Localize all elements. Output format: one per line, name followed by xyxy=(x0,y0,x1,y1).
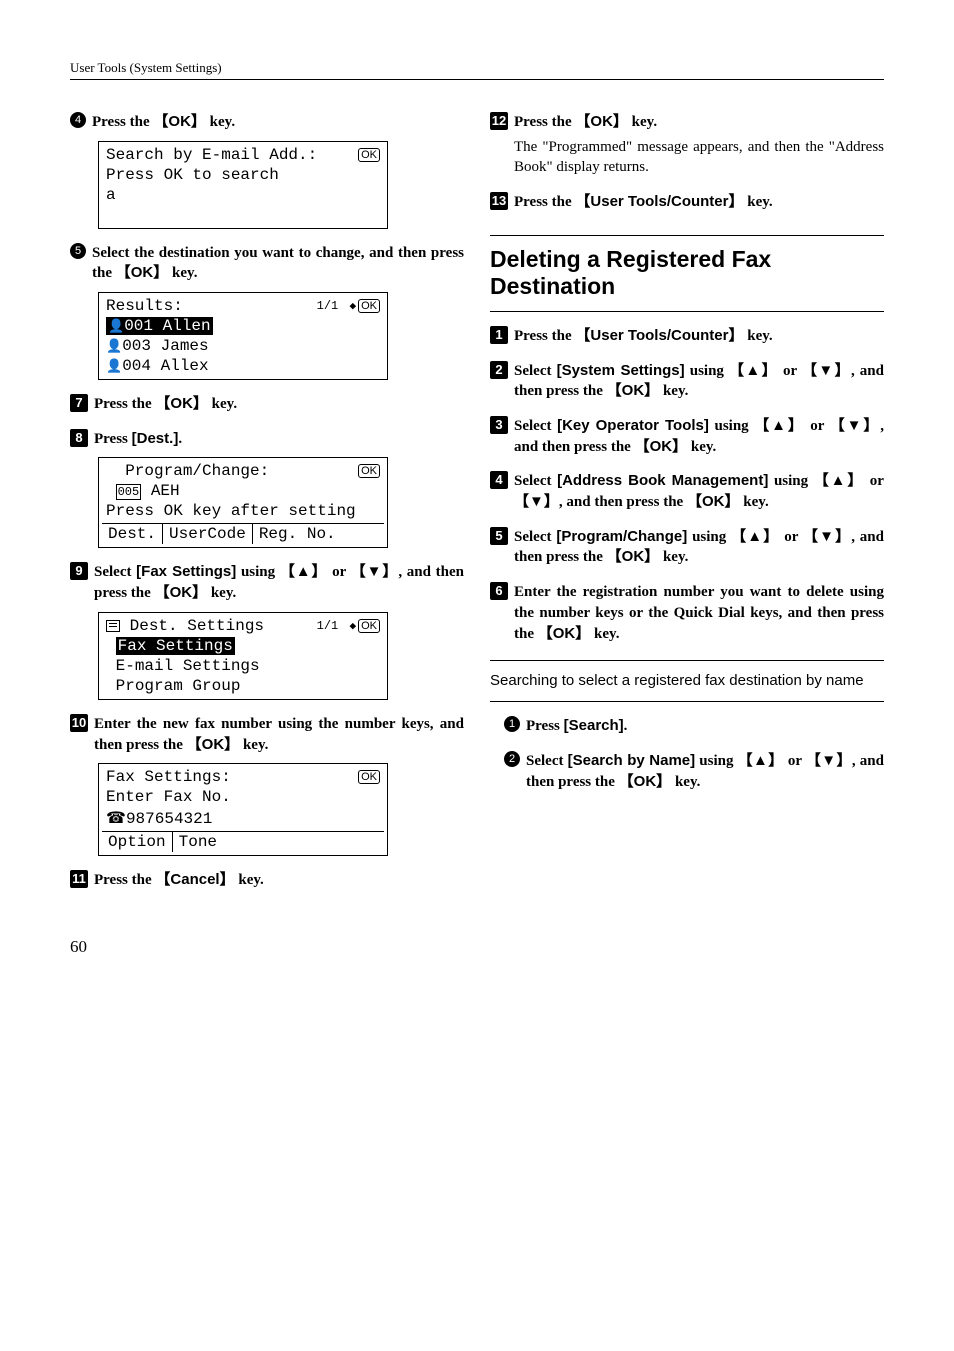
ok-indicator-icon: OK xyxy=(358,148,380,162)
step-11-marker: 11 xyxy=(70,870,88,888)
step-7-text: Press the 【OK】 key. xyxy=(94,394,237,415)
step-9-marker: 9 xyxy=(70,562,88,580)
lcd-program-change: Program/Change:OK 005 AEH Press OK key a… xyxy=(98,457,388,548)
step-10-text: Enter the new fax number using the numbe… xyxy=(94,714,464,755)
phone-icon: ☎ xyxy=(106,808,126,828)
sub-step-1-marker: 1 xyxy=(504,716,520,732)
ok-indicator-icon: OK xyxy=(358,464,380,478)
person-icon xyxy=(106,337,122,355)
step-4-text: Press the 【OK】 key. xyxy=(92,112,235,133)
lcd-dest-settings: Dest. Settings1/1 ◆OK Fax Settings E-mai… xyxy=(98,612,388,700)
page-header: User Tools (System Settings) xyxy=(70,60,884,80)
del-step-3-text: Select [Key Operator Tools] using 【▲】 or… xyxy=(514,416,884,457)
del-step-2-text: Select [System Settings] using 【▲】 or 【▼… xyxy=(514,361,884,402)
del-step-3-marker: 3 xyxy=(490,416,508,434)
list-icon xyxy=(106,620,120,632)
step-11-text: Press the 【Cancel】 key. xyxy=(94,870,264,891)
step-10-marker: 10 xyxy=(70,714,88,732)
step-8-marker: 8 xyxy=(70,429,88,447)
ok-indicator-icon: OK xyxy=(358,770,380,784)
del-step-4-marker: 4 xyxy=(490,471,508,489)
lcd-search-email: Search by E-mail Add.:OK Press OK to sea… xyxy=(98,141,388,229)
del-step-4-text: Select [Address Book Management] using 【… xyxy=(514,471,884,512)
del-step-2-marker: 2 xyxy=(490,361,508,379)
step-7-marker: 7 xyxy=(70,394,88,412)
step-5-marker: 5 xyxy=(70,243,86,259)
lcd-fax-settings: Fax Settings:OK Enter Fax No. ☎987654321… xyxy=(98,763,388,856)
step-12-marker: 12 xyxy=(490,112,508,130)
del-step-6-text: Enter the registration number you want t… xyxy=(514,582,884,644)
step-5-text: Select the destination you want to chang… xyxy=(92,243,464,284)
del-step-5-text: Select [Program/Change] using 【▲】 or 【▼】… xyxy=(514,527,884,568)
del-step-5-marker: 5 xyxy=(490,527,508,545)
updown-icon: ◆ xyxy=(349,619,356,633)
page-number: 60 xyxy=(70,937,884,957)
del-step-1-marker: 1 xyxy=(490,326,508,344)
section-title-deleting: Deleting a Registered Fax Destination xyxy=(490,235,884,312)
step-13-text: Press the 【User Tools/Counter】 key. xyxy=(514,192,773,213)
sub-step-1-text: Press [Search]. xyxy=(526,716,627,737)
step-4-marker: 4 xyxy=(70,112,86,128)
lcd-results: Results:1/1 ◆OK 001 Allen 003 James 004 … xyxy=(98,292,388,380)
step-9-text: Select [Fax Settings] using 【▲】 or 【▼】, … xyxy=(94,562,464,603)
sub-step-2-marker: 2 xyxy=(504,751,520,767)
step-12-desc: The "Programmed" message appears, and th… xyxy=(514,137,884,178)
del-step-6-marker: 6 xyxy=(490,582,508,600)
del-step-1-text: Press the 【User Tools/Counter】 key. xyxy=(514,326,773,347)
step-8-text: Press [Dest.]. xyxy=(94,429,182,450)
person-icon xyxy=(106,357,122,375)
person-icon xyxy=(108,317,124,335)
step-13-marker: 13 xyxy=(490,192,508,210)
note-searching: Searching to select a registered fax des… xyxy=(490,660,884,702)
updown-icon: ◆ xyxy=(349,299,356,313)
step-12-text: Press the 【OK】 key. xyxy=(514,112,657,133)
sub-step-2-text: Select [Search by Name] using 【▲】 or 【▼】… xyxy=(526,751,884,792)
